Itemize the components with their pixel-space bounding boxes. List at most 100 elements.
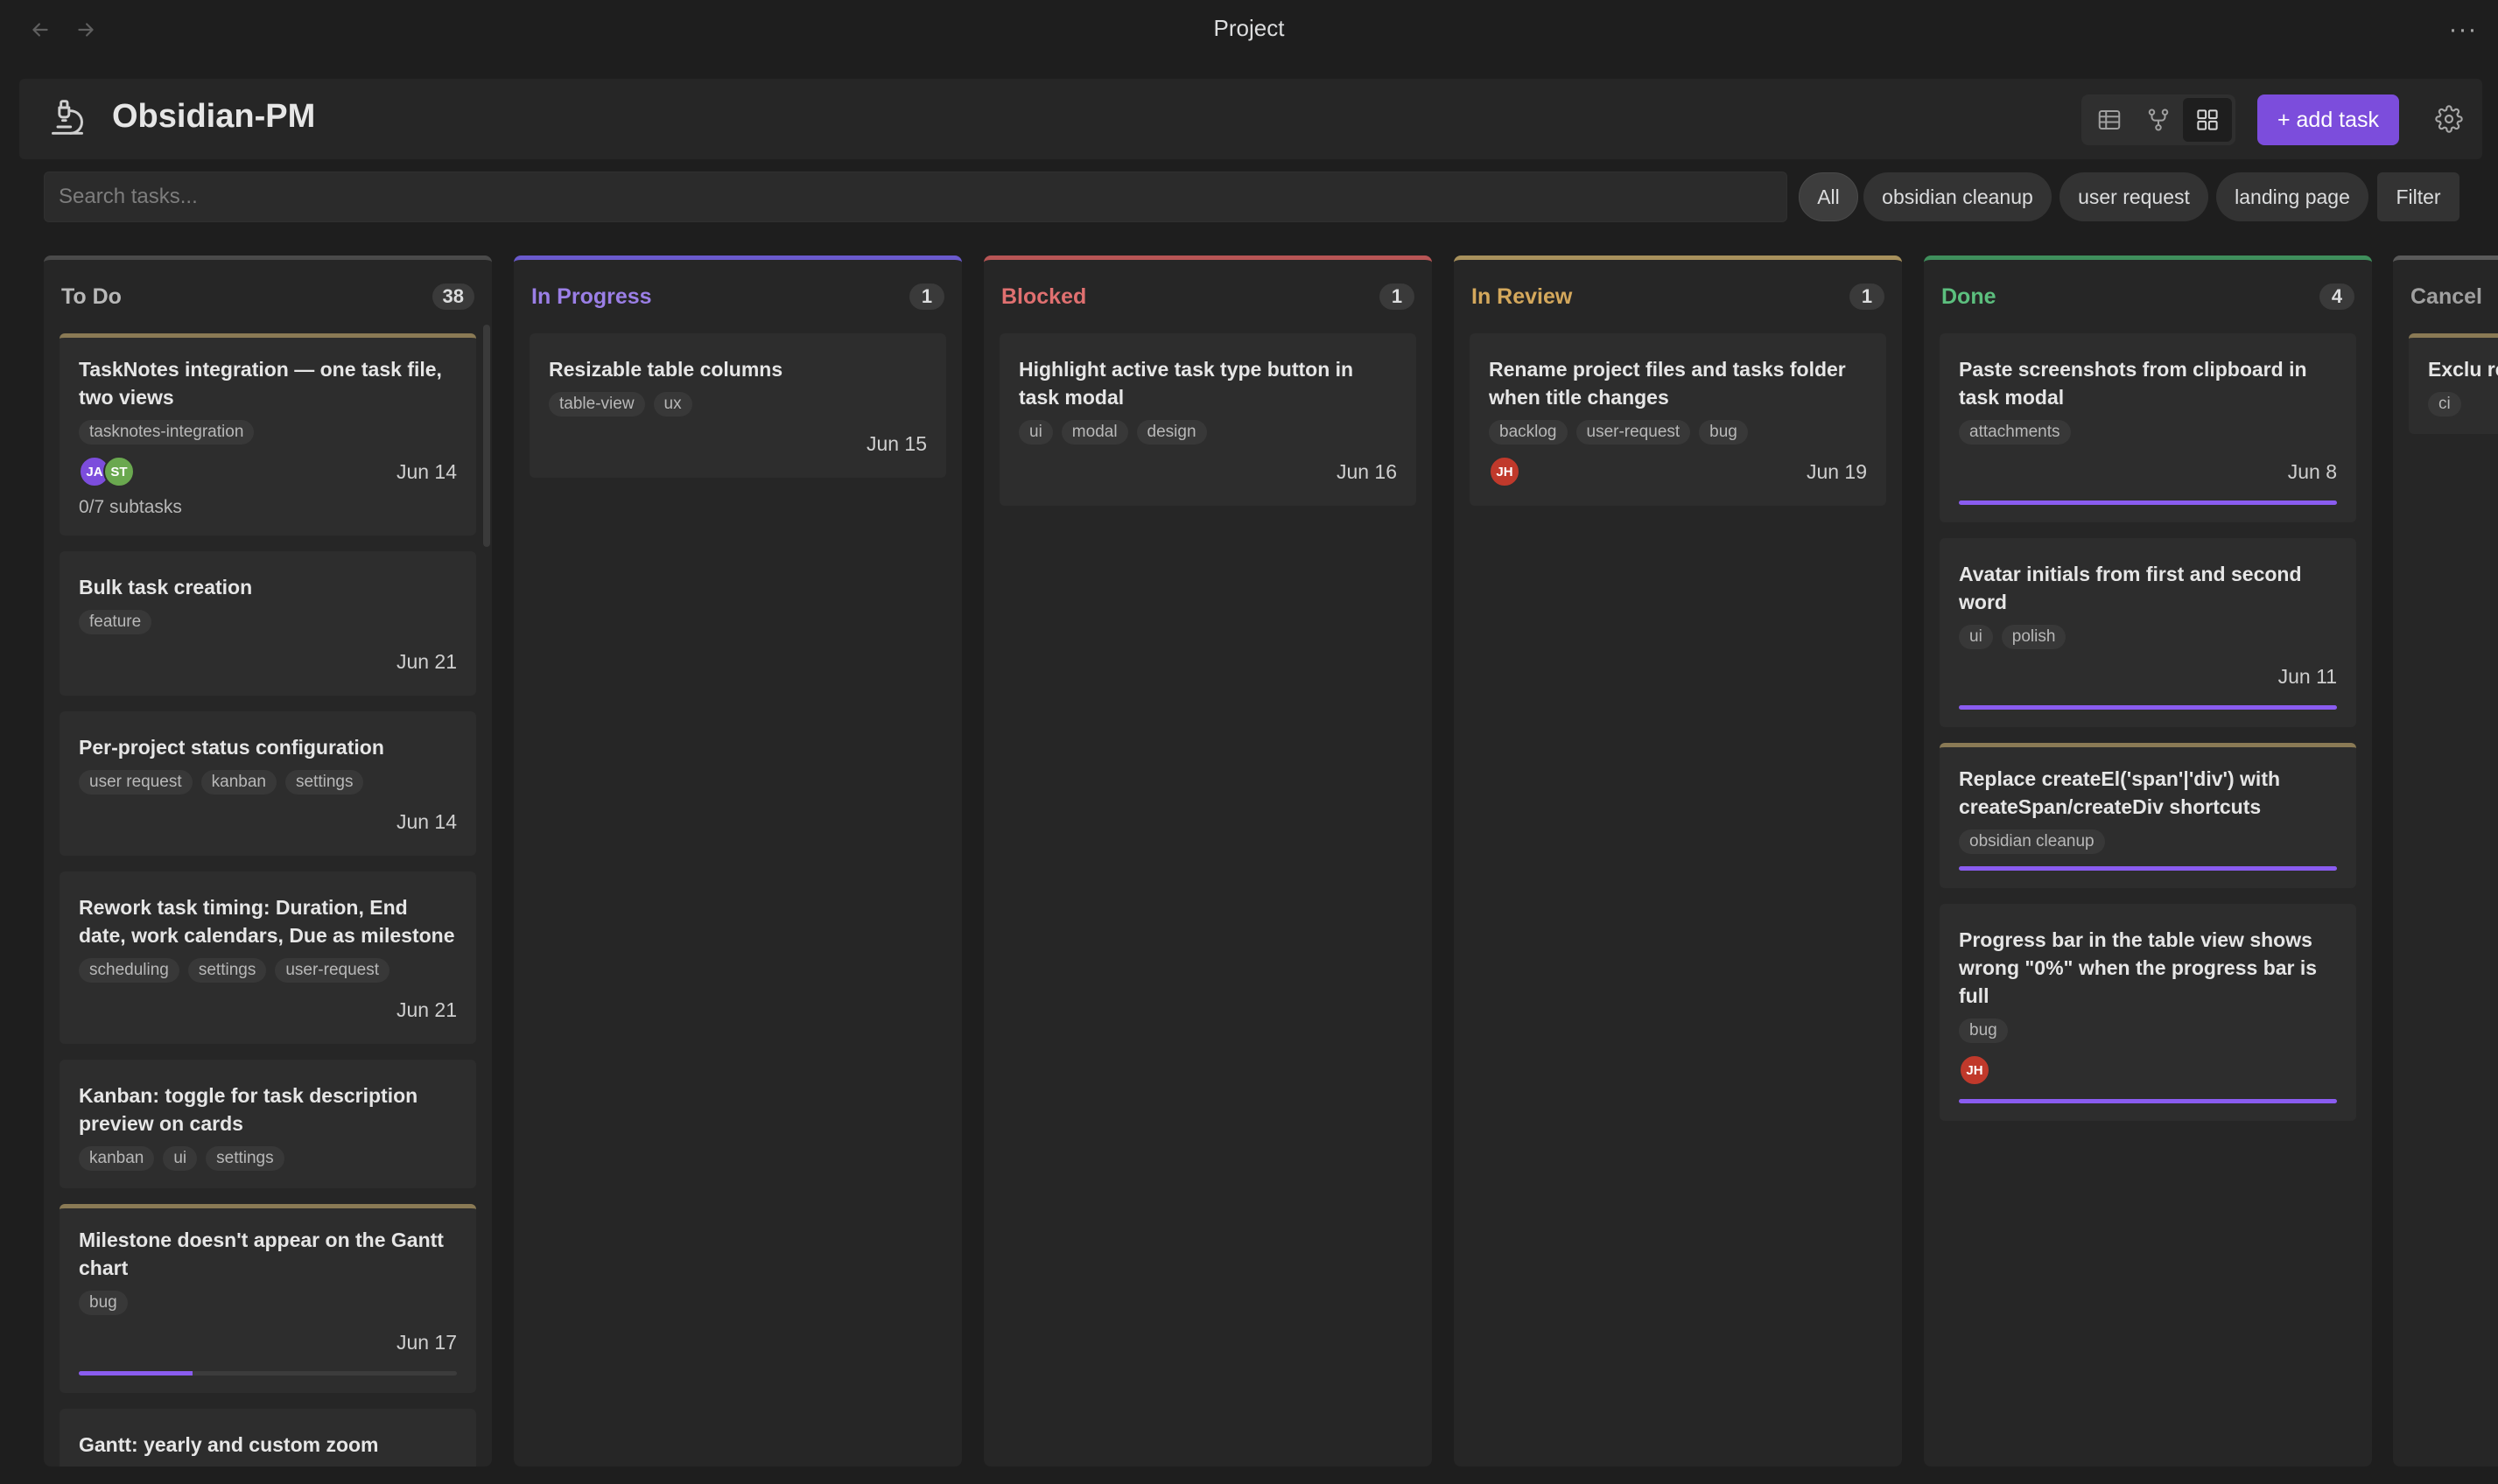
- task-card[interactable]: Exclu releas ci: [2409, 333, 2498, 434]
- tag-list: ui polish: [1959, 625, 2337, 649]
- column-blocked: Blocked 1 Highlight active task type butto…: [984, 256, 1432, 1466]
- progress-fill: [79, 1371, 193, 1376]
- gantt-view-icon[interactable]: [2134, 98, 2183, 142]
- task-title: TaskNotes integration — one task file, t…: [79, 358, 442, 409]
- progress-bar: [1959, 500, 2337, 505]
- task-tag[interactable]: table-view: [549, 392, 645, 416]
- card-meta: Jun 14: [79, 805, 457, 838]
- task-card[interactable]: Resizable table columns table-view ux Jun 1…: [530, 333, 946, 478]
- project-header: Obsidian-PM + add task: [19, 79, 2482, 159]
- task-card[interactable]: Gantt: yearly and custom zoomuser reques…: [60, 1409, 476, 1466]
- column-title: In Review: [1471, 284, 1573, 309]
- task-tag[interactable]: ui: [1959, 625, 1993, 649]
- task-title: Paste screenshots from clipboard in task…: [1959, 358, 2307, 409]
- task-tag[interactable]: polish: [2001, 625, 2066, 649]
- task-tag[interactable]: attachments: [1959, 420, 2071, 444]
- column-count-badge: 1: [1849, 284, 1884, 310]
- task-tag[interactable]: user-request: [1575, 420, 1691, 444]
- window-title: Project: [1213, 15, 1285, 41]
- due-date: Jun 19: [1806, 459, 1867, 483]
- search-input[interactable]: [44, 172, 1787, 222]
- card-meta: Jun 17: [79, 1326, 457, 1359]
- task-card[interactable]: Progress bar in the table view shows wro…: [1940, 904, 2356, 1121]
- tag-list: ci: [2428, 392, 2498, 416]
- due-date: Jun 21: [396, 649, 457, 673]
- task-card[interactable]: Per-project status configuration user req…: [60, 711, 476, 856]
- task-card[interactable]: Paste screenshots from clipboard in task…: [1940, 333, 2356, 522]
- tag-list: backlog user-request bug: [1489, 420, 1867, 444]
- task-tag[interactable]: user request: [79, 770, 193, 794]
- task-tag[interactable]: user-request: [275, 958, 389, 983]
- task-tag[interactable]: ui: [163, 1146, 198, 1171]
- column-count-badge: 4: [2319, 284, 2354, 310]
- task-tag[interactable]: settings: [187, 958, 267, 983]
- task-tag[interactable]: feature: [79, 610, 152, 634]
- task-tag[interactable]: settings: [284, 770, 364, 794]
- task-tag[interactable]: tasknotes-integration: [79, 420, 255, 444]
- add-task-button[interactable]: + add task: [2257, 94, 2399, 145]
- task-title: Bulk task creation: [79, 576, 253, 598]
- column-to-do: To Do 38 TaskNotes integration — one task …: [44, 256, 492, 1466]
- kanban-view-icon[interactable]: [2183, 98, 2232, 142]
- task-card[interactable]: Avatar initials from first and second wo…: [1940, 538, 2356, 727]
- task-tag[interactable]: kanban: [200, 770, 277, 794]
- task-tag[interactable]: bug: [79, 1291, 128, 1315]
- assignee-avatars: JA ST: [79, 456, 135, 487]
- filter-chip-landing-page[interactable]: landing page: [2216, 172, 2368, 221]
- task-card[interactable]: Replace createEl('span'|'div') with crea…: [1940, 743, 2356, 888]
- task-card[interactable]: Highlight active task type button in tas…: [1000, 333, 1416, 506]
- tag-list: tasknotes-integration: [79, 420, 457, 444]
- column-done: Done 4 Paste screenshots from clipboard in…: [1924, 256, 2372, 1466]
- column-count-badge: 1: [1379, 284, 1414, 310]
- column-scrollbar[interactable]: [483, 325, 490, 547]
- task-tag[interactable]: settings: [206, 1146, 284, 1171]
- card-list: Exclu releas ci: [2409, 333, 2498, 450]
- project-title: Obsidian-PM: [112, 98, 316, 135]
- progress-bar: [1959, 866, 2337, 871]
- subtask-count: 0/7 subtasks: [79, 497, 182, 517]
- progress-fill: [1959, 500, 2337, 505]
- task-card[interactable]: Kanban: toggle for task description prev…: [60, 1060, 476, 1188]
- filter-chip-user-request[interactable]: user request: [2059, 172, 2208, 221]
- progress-fill: [1959, 705, 2337, 710]
- card-list: Resizable table columns table-view ux Jun 1…: [530, 333, 946, 494]
- tag-list: bug: [1959, 1018, 2337, 1043]
- task-card[interactable]: Rename project files and tasks folder wh…: [1470, 333, 1886, 506]
- task-tag[interactable]: ui: [1019, 420, 1053, 444]
- view-switcher: [2081, 94, 2235, 145]
- column-cancel: Cancel Exclu releas ci: [2393, 256, 2498, 1466]
- card-list: Rename project files and tasks folder wh…: [1470, 333, 1886, 522]
- task-tag[interactable]: scheduling: [79, 958, 179, 983]
- task-tag[interactable]: kanban: [79, 1146, 155, 1171]
- filter-button[interactable]: Filter: [2377, 172, 2459, 221]
- task-tag[interactable]: bug: [1699, 420, 1748, 444]
- column-header: Done 4: [1941, 281, 2354, 312]
- task-title: Resizable table columns: [549, 358, 783, 381]
- gear-icon[interactable]: [2430, 100, 2468, 138]
- task-tag[interactable]: backlog: [1489, 420, 1568, 444]
- more-horizontal-icon[interactable]: ···: [2445, 12, 2480, 47]
- task-tag[interactable]: obsidian cleanup: [1959, 830, 2105, 854]
- task-tag[interactable]: design: [1136, 420, 1207, 444]
- card-meta: JA ST Jun 14: [79, 455, 457, 488]
- task-card[interactable]: TaskNotes integration — one task file, t…: [60, 333, 476, 536]
- task-tag[interactable]: modal: [1061, 420, 1128, 444]
- task-title: Replace createEl('span'|'div') with crea…: [1959, 767, 2281, 818]
- task-tag[interactable]: ci: [2428, 392, 2461, 416]
- task-tag[interactable]: ux: [653, 392, 692, 416]
- filter-chip-obsidian-cleanup[interactable]: obsidian cleanup: [1863, 172, 2052, 221]
- table-view-icon[interactable]: [2085, 98, 2134, 142]
- task-title: Exclu releas: [2428, 358, 2498, 381]
- due-date: Jun 15: [866, 431, 927, 455]
- task-tag[interactable]: bug: [1959, 1018, 2008, 1043]
- card-meta: Jun 21: [79, 993, 457, 1026]
- column-header: In Progress 1: [531, 281, 944, 312]
- task-card[interactable]: Bulk task creation feature Jun 21: [60, 551, 476, 696]
- task-card[interactable]: Milestone doesn't appear on the Gantt ch…: [60, 1204, 476, 1393]
- filter-chip-all[interactable]: All: [1799, 172, 1858, 221]
- task-card[interactable]: Rework task timing: Duration, End date, …: [60, 872, 476, 1044]
- card-list: Paste screenshots from clipboard in task…: [1940, 333, 2356, 1137]
- tag-list: table-view ux: [549, 392, 927, 416]
- column-header: In Review 1: [1471, 281, 1884, 312]
- kanban-board: To Do 38 TaskNotes integration — one task …: [44, 256, 2498, 1466]
